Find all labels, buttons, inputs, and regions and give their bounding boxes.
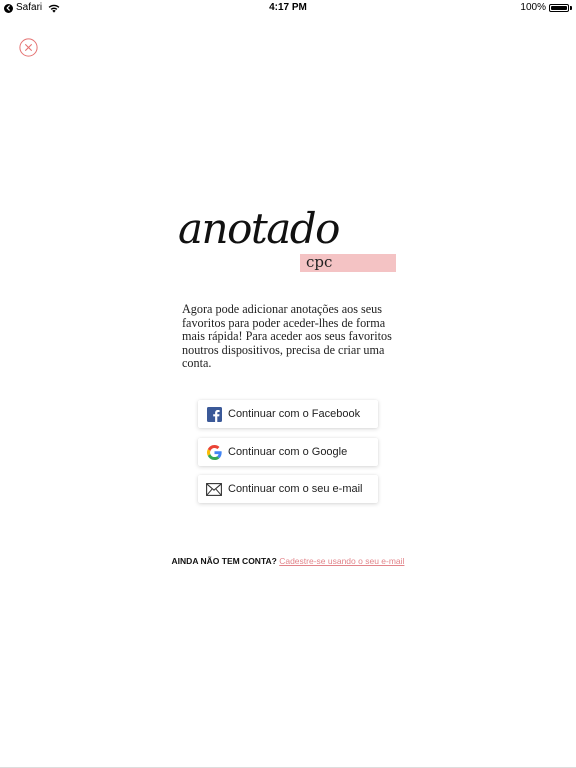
facebook-button-label: Continuar com o Facebook (228, 408, 361, 420)
google-icon (206, 444, 222, 460)
app-logo: anotado cpc (178, 198, 400, 278)
continue-facebook-button[interactable]: Continuar com o Facebook (198, 400, 378, 428)
email-button-label: Continuar com o seu e-mail (228, 483, 363, 495)
logo-sub: cpc (306, 253, 333, 271)
signup-prompt: AINDA NÃO TEM CONTA? (171, 556, 277, 566)
close-circle-icon (19, 38, 38, 57)
envelope-icon (206, 481, 222, 497)
status-bar: Safari 4:17 PM 100% (0, 0, 576, 16)
battery-percent: 100% (520, 2, 546, 13)
continue-google-button[interactable]: Continuar com o Google (198, 438, 378, 466)
google-button-label: Continuar com o Google (228, 446, 348, 458)
login-screen: Safari 4:17 PM 100% anotado cpc Agora po… (0, 0, 576, 768)
status-right: 100% (520, 0, 572, 16)
status-time: 4:17 PM (269, 2, 307, 13)
logo-sub-highlight: cpc (300, 253, 396, 272)
description-text: Agora pode adicionar anotações aos seus … (182, 302, 392, 371)
close-button[interactable] (19, 38, 38, 57)
logo-word: anotado (178, 204, 340, 253)
battery-icon (549, 4, 569, 12)
signup-line: AINDA NÃO TEM CONTA? Cadestre-se usando … (0, 556, 576, 566)
facebook-icon (206, 406, 222, 422)
signup-email-link[interactable]: Cadestre-se usando o seu e-mail (279, 556, 404, 566)
continue-email-button[interactable]: Continuar com o seu e-mail (198, 475, 378, 503)
battery-tip (570, 6, 572, 10)
